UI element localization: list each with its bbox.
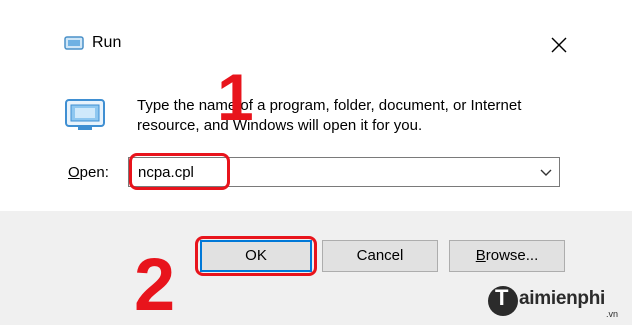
- browse-button[interactable]: Browse...: [449, 240, 565, 272]
- dialog-description: Type the name of a program, folder, docu…: [137, 96, 557, 136]
- description-line-1: Type the name of a program, folder, docu…: [137, 97, 522, 114]
- watermark-suffix: .vn: [606, 309, 619, 319]
- run-program-icon: [64, 96, 108, 134]
- close-icon: [551, 37, 567, 53]
- cancel-button[interactable]: Cancel: [322, 240, 438, 272]
- open-label: Open:: [68, 164, 109, 181]
- watermark-letter: T: [495, 285, 509, 310]
- open-label-text: pen:: [79, 164, 109, 181]
- ok-button[interactable]: OK: [200, 240, 312, 272]
- step-2-marker: 2: [134, 243, 176, 325]
- open-input[interactable]: [138, 162, 518, 182]
- watermark-logo: T aimienphi .vn: [486, 283, 632, 323]
- watermark-brand: aimienphi: [519, 288, 605, 309]
- close-button[interactable]: [544, 30, 574, 60]
- step-1-marker: 1: [217, 60, 254, 134]
- run-dialog-screenshot: Run Type the name of a program, folder, …: [0, 0, 632, 325]
- open-label-accesskey: O: [68, 164, 80, 181]
- title-bar: Run: [0, 0, 632, 62]
- browse-label: rowse...: [485, 247, 539, 264]
- run-icon: [64, 36, 84, 50]
- description-line-2: resource, and Windows will open it for y…: [137, 117, 423, 134]
- chevron-down-icon[interactable]: [539, 166, 553, 178]
- window-title: Run: [92, 34, 122, 51]
- browse-accesskey: B: [475, 247, 486, 264]
- open-combobox[interactable]: [128, 157, 560, 187]
